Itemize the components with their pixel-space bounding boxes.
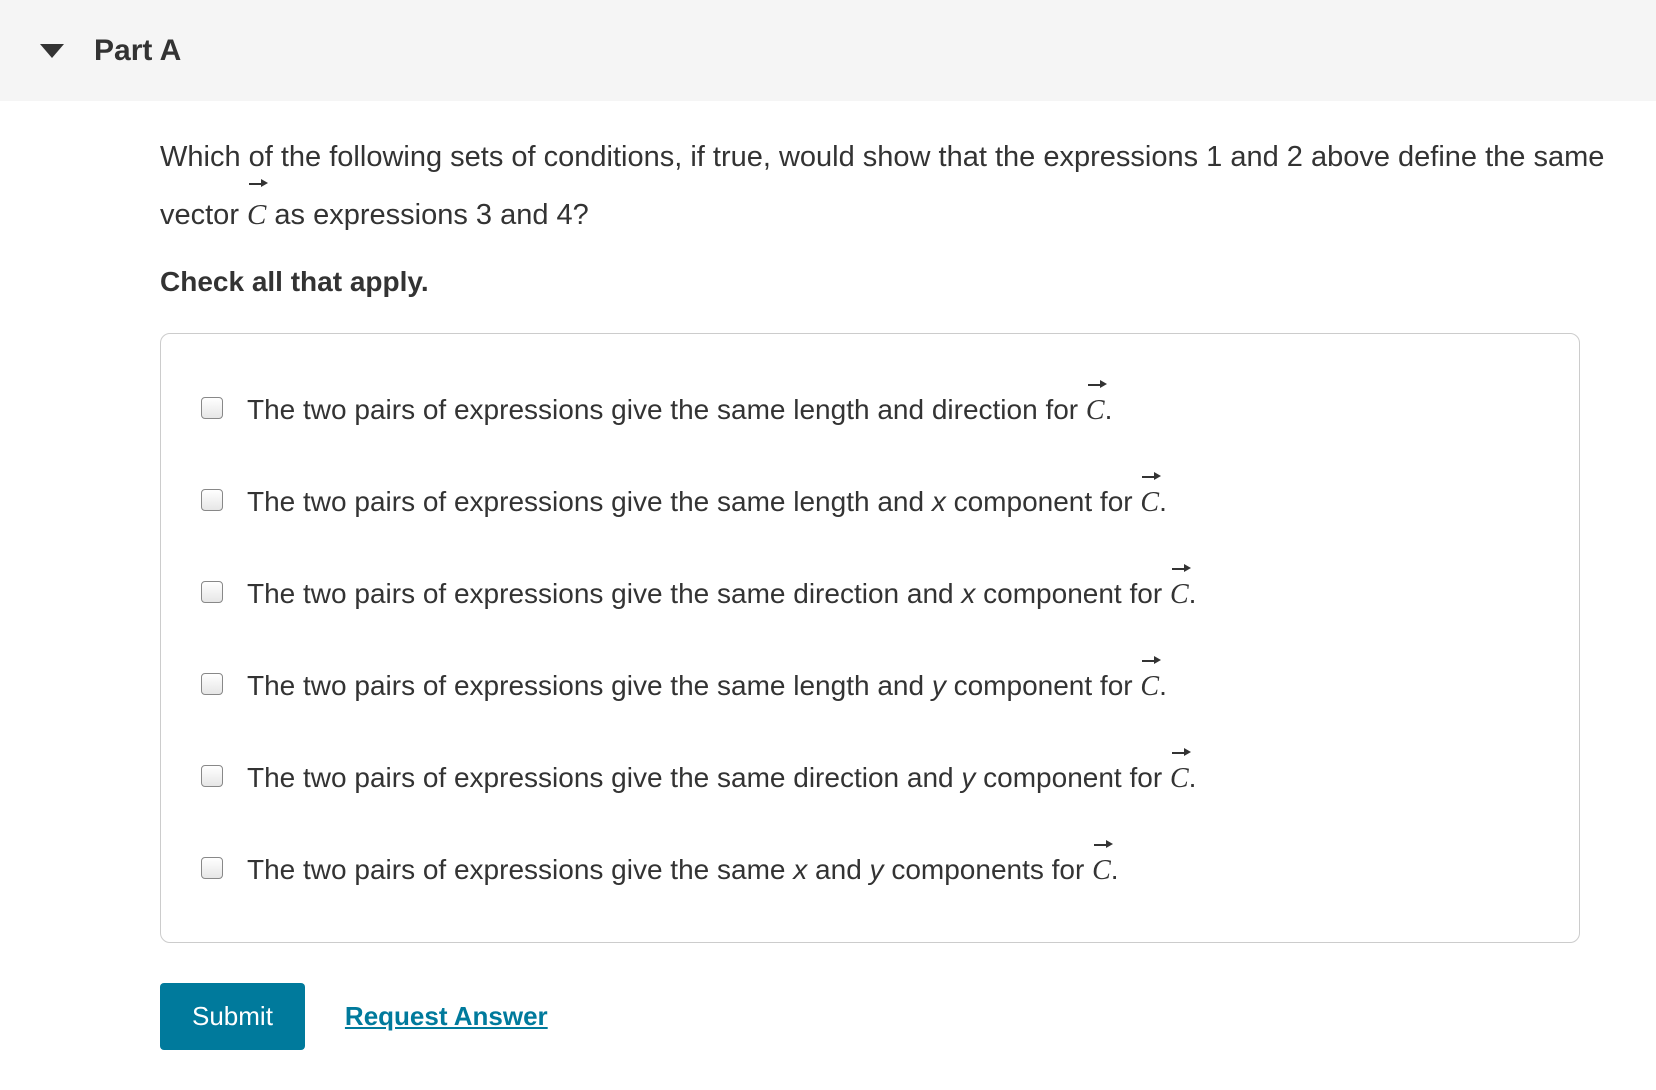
submit-button[interactable]: Submit: [160, 983, 305, 1050]
vector-c-symbol: C: [1170, 568, 1189, 616]
options-container: The two pairs of expressions give the sa…: [160, 333, 1580, 943]
question-prompt: Which of the following sets of condition…: [160, 131, 1640, 241]
caret-down-icon: [40, 44, 64, 58]
option-row: The two pairs of expressions give the sa…: [201, 384, 1539, 432]
vector-c-symbol: C: [1140, 660, 1159, 708]
request-answer-link[interactable]: Request Answer: [345, 997, 548, 1036]
option-checkbox[interactable]: [201, 765, 223, 787]
option-row: The two pairs of expressions give the sa…: [201, 476, 1539, 524]
option-row: The two pairs of expressions give the sa…: [201, 568, 1539, 616]
vector-c-symbol: C: [1092, 844, 1111, 892]
option-label: The two pairs of expressions give the sa…: [247, 568, 1196, 616]
part-header[interactable]: Part A: [0, 0, 1656, 101]
option-label: The two pairs of expressions give the sa…: [247, 844, 1119, 892]
actions-row: Submit Request Answer: [160, 983, 1640, 1050]
option-label: The two pairs of expressions give the sa…: [247, 476, 1167, 524]
option-row: The two pairs of expressions give the sa…: [201, 660, 1539, 708]
vector-c-symbol: C: [1170, 752, 1189, 800]
option-row: The two pairs of expressions give the sa…: [201, 844, 1539, 892]
option-checkbox[interactable]: [201, 581, 223, 603]
part-title: Part A: [94, 28, 181, 73]
option-label: The two pairs of expressions give the sa…: [247, 660, 1167, 708]
option-checkbox[interactable]: [201, 857, 223, 879]
option-row: The two pairs of expressions give the sa…: [201, 752, 1539, 800]
instruction-text: Check all that apply.: [160, 261, 1640, 303]
question-content: Which of the following sets of condition…: [0, 131, 1640, 1090]
vector-c-symbol: C: [1086, 384, 1105, 432]
vector-c-symbol: C: [1140, 476, 1159, 524]
option-checkbox[interactable]: [201, 673, 223, 695]
option-label: The two pairs of expressions give the sa…: [247, 752, 1196, 800]
vector-c-symbol: C: [247, 183, 266, 241]
option-checkbox[interactable]: [201, 397, 223, 419]
option-label: The two pairs of expressions give the sa…: [247, 384, 1112, 432]
question-text-after: as expressions 3 and 4?: [266, 199, 588, 231]
option-checkbox[interactable]: [201, 489, 223, 511]
